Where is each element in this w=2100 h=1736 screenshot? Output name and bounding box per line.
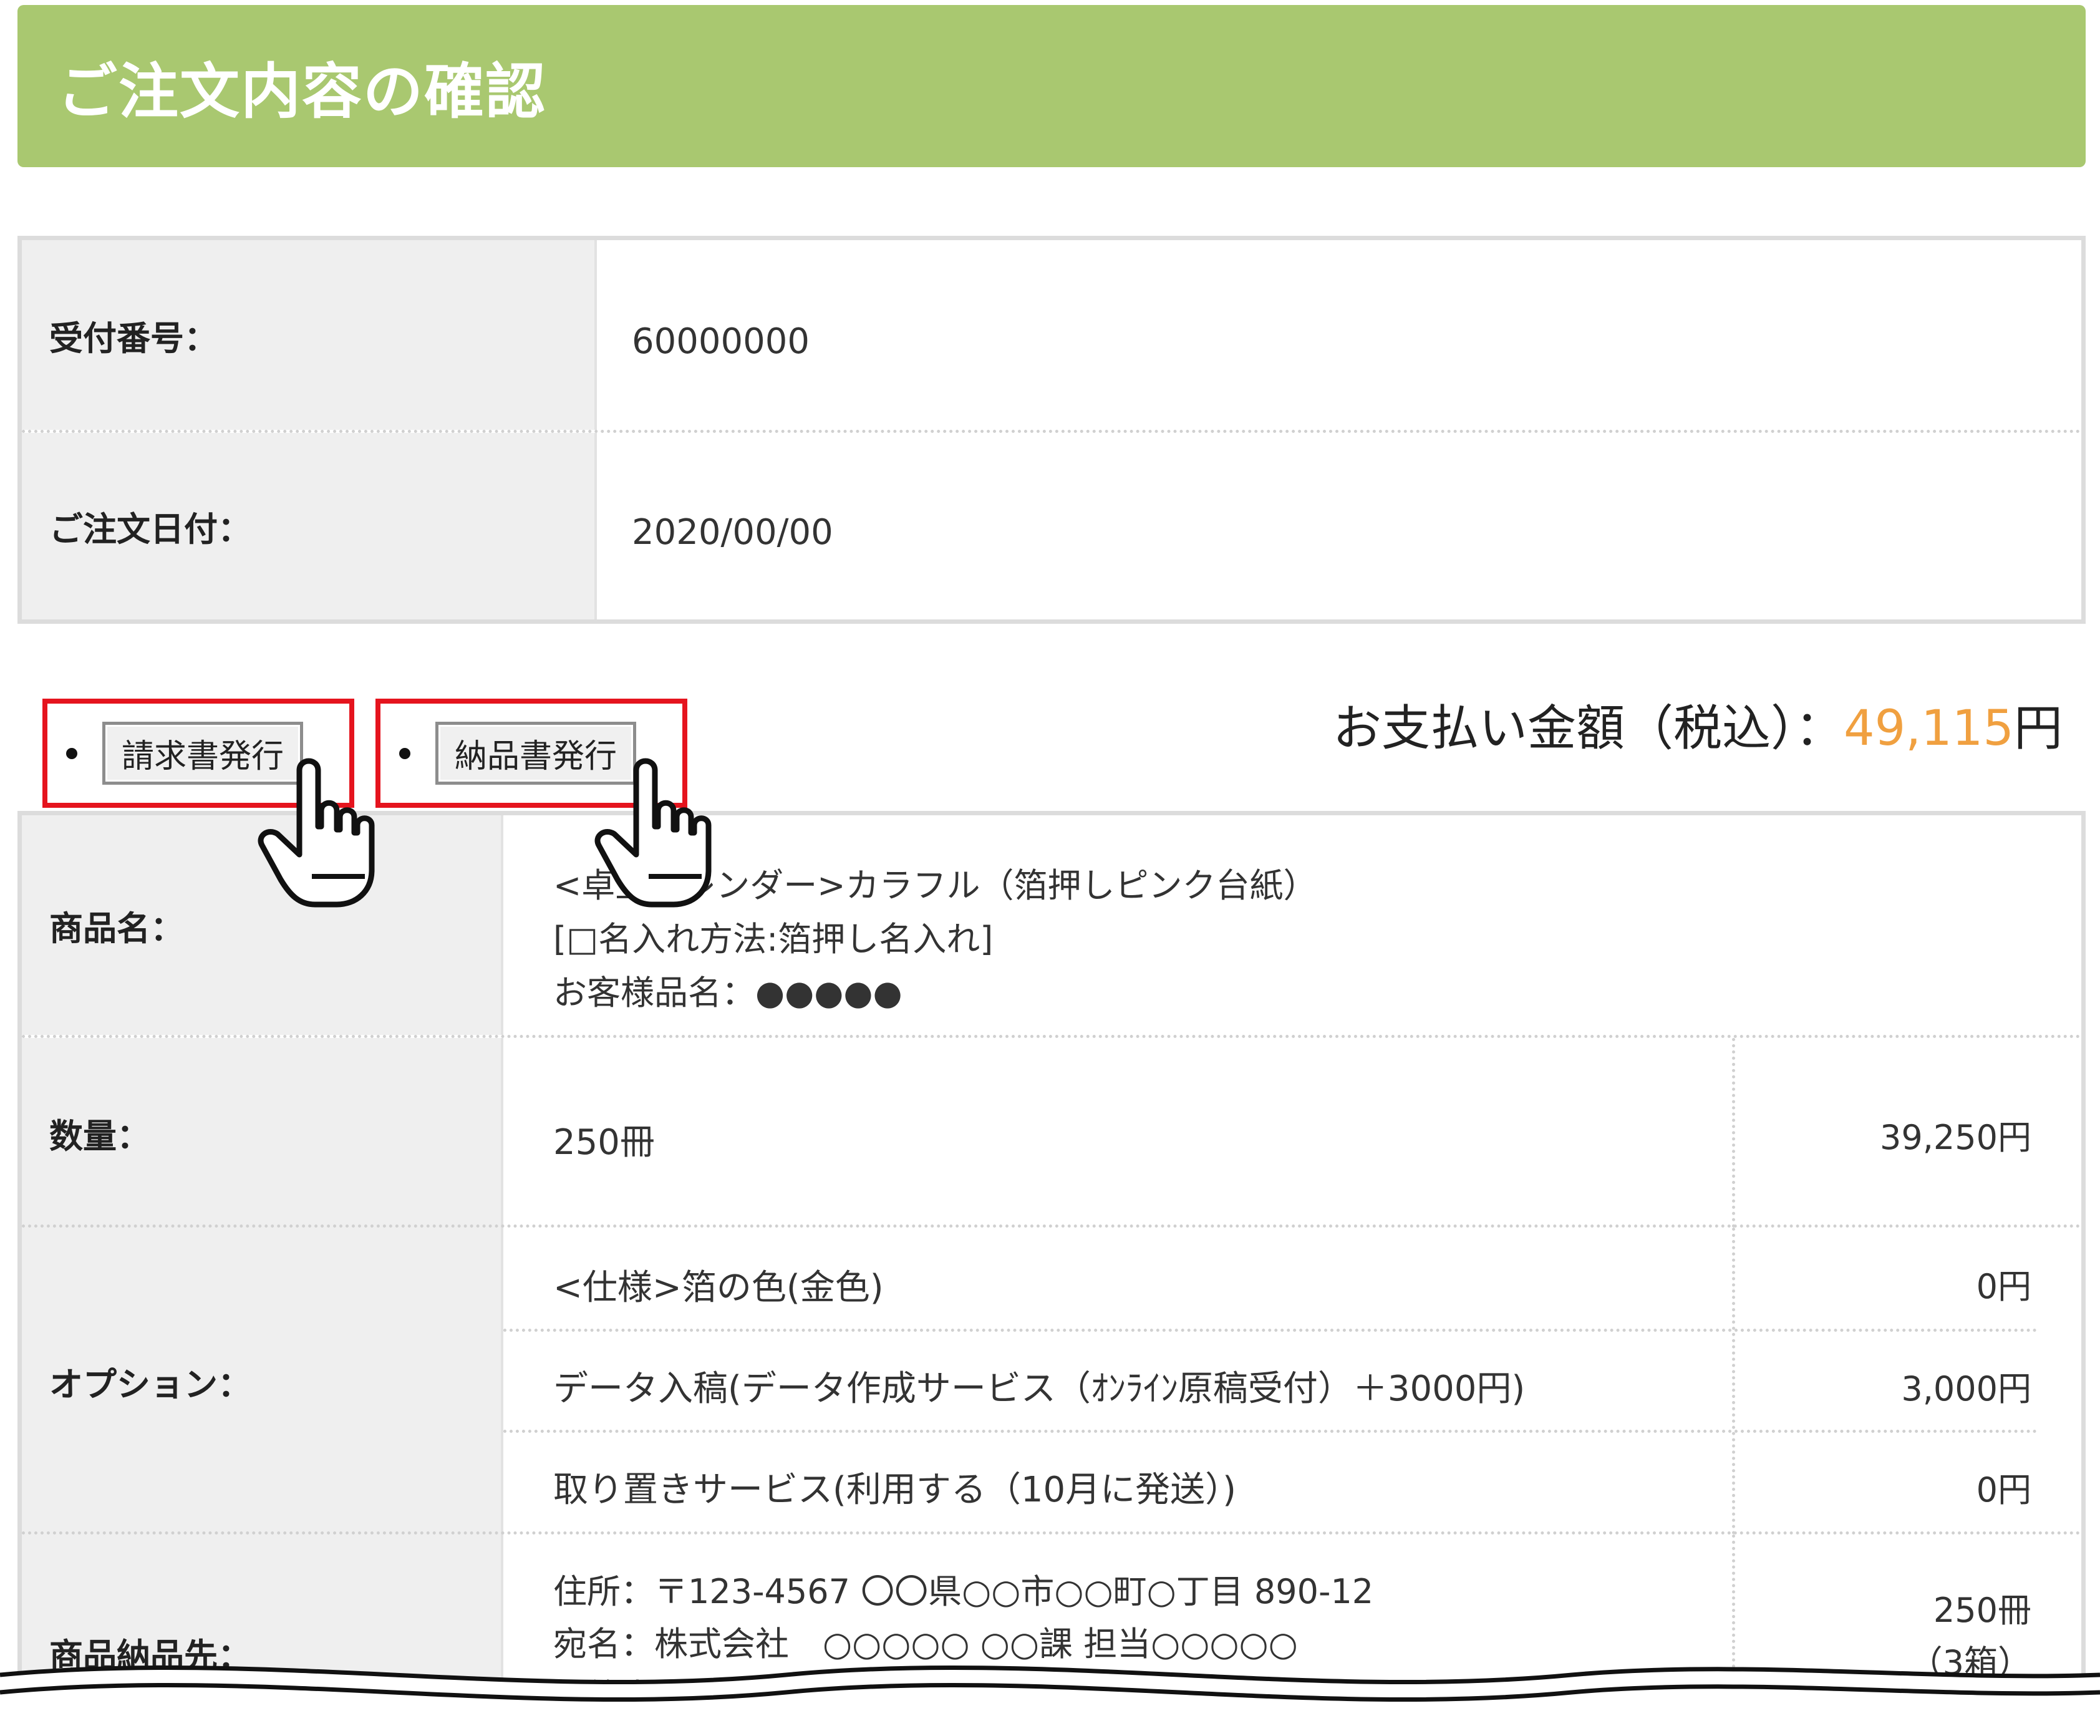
page-title: ご注文内容の確認 — [57, 56, 546, 127]
page-cut-wave — [0, 1665, 2100, 1736]
reception-number-row: 受付番号： 60000000 — [22, 240, 2081, 430]
option-price: 3,000円 — [1901, 1369, 2031, 1409]
reception-number-value: 60000000 — [632, 321, 810, 362]
option-text: 取り置きサービス(利用する（10月に発送）) — [553, 1469, 1236, 1510]
quantity-row: 数量： 250冊 39,250円 — [22, 1035, 2081, 1228]
order-date-value: 2020/00/00 — [632, 512, 833, 553]
option-text: データ入稿(データ作成サービス（ｵﾝﾗｲﾝ原稿受付）＋3000円) — [553, 1368, 1526, 1409]
hand-pointer-icon — [594, 758, 712, 908]
option-text: <仕様>箔の色(金色) — [553, 1267, 884, 1308]
hand-pointer-icon — [258, 758, 375, 908]
page-header: ご注文内容の確認 — [17, 5, 2086, 167]
order-date-row: ご注文日付： 2020/00/00 — [22, 430, 2081, 619]
payment-total: お支払い金額（税込）：49,115円 — [1333, 689, 2063, 759]
options-row: オプション： <仕様>箔の色(金色) 0円 データ入稿(データ作成サービス（ｵﾝ… — [22, 1224, 2081, 1535]
product-name-line: <卓上カレンダー>カラフル（箔押しピンク台紙） — [553, 866, 1317, 905]
options-label: オプション： — [22, 1228, 503, 1535]
reception-number-label: 受付番号： — [22, 240, 597, 430]
product-name-line: [□名入れ方法:箔押し名入れ] — [553, 919, 994, 959]
payment-total-amount: 49,115 — [1844, 701, 2014, 757]
product-table: 商品名： <卓上カレンダー>カラフル（箔押しピンク台紙） [□名入れ方法:箔押し… — [17, 811, 2086, 1736]
bullet — [399, 747, 410, 759]
product-name-line: お客様品名：●●●●● — [553, 973, 902, 1012]
quantity-value: 250冊 — [553, 1122, 655, 1163]
product-name-value: <卓上カレンダー>カラフル（箔押しピンク台紙） [□名入れ方法:箔押し名入れ] … — [503, 859, 2081, 1020]
quantity-price: 39,250円 — [1732, 1038, 2081, 1228]
option-price: 0円 — [1976, 1470, 2031, 1510]
option-price: 0円 — [1976, 1267, 2031, 1306]
quantity-label: 数量： — [22, 1038, 503, 1228]
delivery-qty: 250冊 — [1933, 1591, 2031, 1630]
delivery-line: 住所：〒123-4567 〇〇県○○市○○町○丁目 890-12 — [553, 1572, 1374, 1611]
payment-total-label: お支払い金額（税込）： — [1333, 701, 1844, 757]
payment-total-unit: 円 — [2013, 701, 2063, 757]
bullet — [66, 747, 77, 759]
order-info-table: 受付番号： 60000000 ご注文日付： 2020/00/00 — [17, 236, 2086, 624]
order-date-label: ご注文日付： — [22, 433, 597, 619]
